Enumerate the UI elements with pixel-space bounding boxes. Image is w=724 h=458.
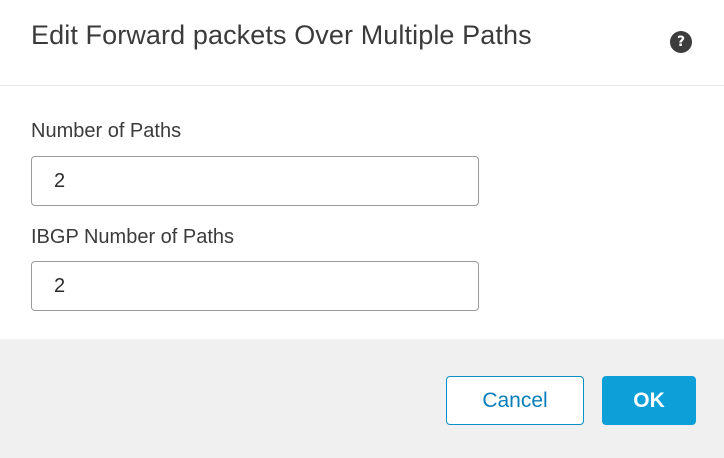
dialog-body: Number of Paths IBGP Number of Paths — [0, 86, 724, 339]
dialog-header: Edit Forward packets Over Multiple Paths… — [0, 0, 724, 86]
cancel-button[interactable]: Cancel — [446, 376, 584, 425]
ibgp-number-of-paths-label: IBGP Number of Paths — [31, 226, 235, 248]
number-of-paths-label: Number of Paths — [31, 120, 182, 142]
edit-dialog: Edit Forward packets Over Multiple Paths… — [0, 0, 724, 458]
dialog-title: Edit Forward packets Over Multiple Paths — [31, 20, 532, 50]
ok-button[interactable]: OK — [602, 376, 696, 425]
dialog-footer: Cancel OK — [0, 339, 724, 458]
help-icon[interactable]: ? — [670, 31, 692, 53]
number-of-paths-input[interactable] — [31, 156, 479, 206]
ibgp-number-of-paths-input[interactable] — [31, 261, 479, 311]
